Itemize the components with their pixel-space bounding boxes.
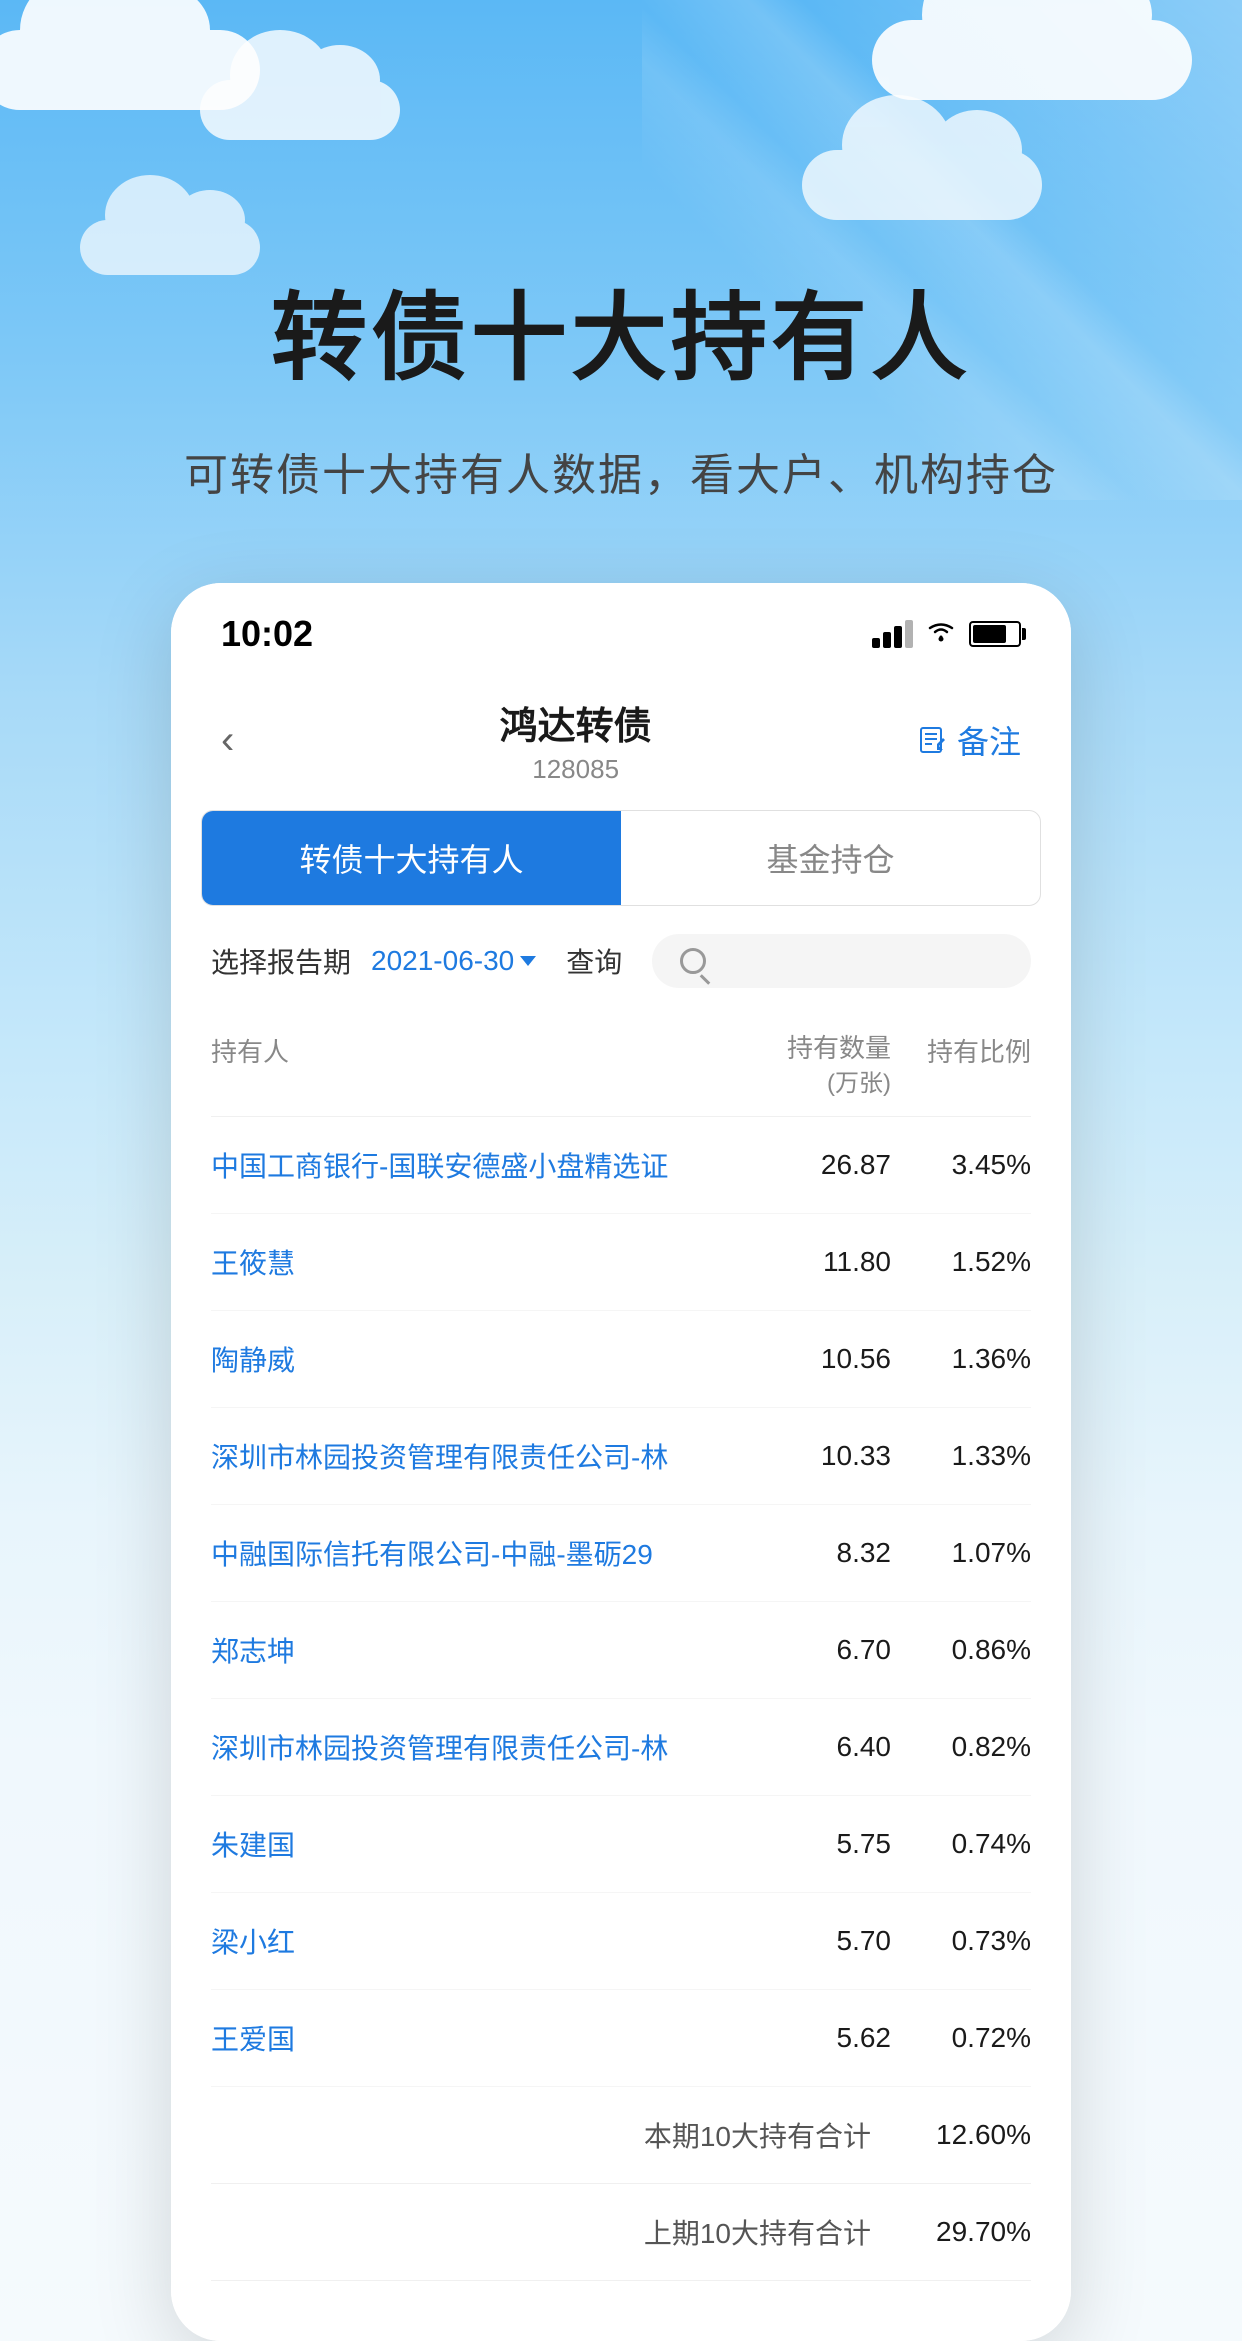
holder-ratio-0: 3.45% — [891, 1149, 1031, 1181]
status-bar: 10:02 — [171, 583, 1071, 675]
holder-qty-7: 5.75 — [731, 1828, 891, 1860]
nav-title-area: 鸿达转债 128085 — [234, 695, 917, 785]
summary-value-1: 29.70% — [891, 2216, 1031, 2248]
table-row: 中融国际信托有限公司-中融-墨砺29 8.32 1.07% — [211, 1505, 1031, 1602]
holder-ratio-8: 0.73% — [891, 1925, 1031, 1957]
holder-ratio-4: 1.07% — [891, 1537, 1031, 1569]
tab-funds[interactable]: 基金持仓 — [621, 811, 1040, 905]
summary-row-1: 上期10大持有合计 29.70% — [211, 2184, 1031, 2281]
note-label: 备注 — [957, 717, 1021, 763]
holder-qty-5: 6.70 — [731, 1634, 891, 1666]
holder-ratio-3: 1.33% — [891, 1440, 1031, 1472]
hero-subtitle: 可转债十大持有人数据，看大户、机构持仓 — [184, 439, 1058, 503]
table-row: 梁小红 5.70 0.73% — [211, 1893, 1031, 1990]
filter-bar: 选择报告期 2021-06-30 查询 — [171, 906, 1071, 1016]
holder-name-3[interactable]: 深圳市林园投资管理有限责任公司-林 — [211, 1436, 731, 1476]
holder-qty-6: 6.40 — [731, 1731, 891, 1763]
holder-qty-2: 10.56 — [731, 1343, 891, 1375]
holder-ratio-6: 0.82% — [891, 1731, 1031, 1763]
summary-label-0: 本期10大持有合计 — [211, 2115, 891, 2155]
back-button[interactable]: ‹ — [221, 718, 234, 763]
filter-label: 选择报告期 — [211, 941, 351, 981]
summary-rows: 本期10大持有合计 12.60% 上期10大持有合计 29.70% — [211, 2087, 1031, 2281]
col-header-qty: 持有数量(万张) — [731, 1032, 891, 1100]
nav-bar: ‹ 鸿达转债 128085 备注 — [171, 675, 1071, 810]
holder-ratio-9: 0.72% — [891, 2022, 1031, 2054]
table-container: 持有人 持有数量(万张) 持有比例 中国工商银行-国联安德盛小盘精选证 26.8… — [171, 1016, 1071, 2281]
bottom-pad — [171, 2281, 1071, 2341]
summary-label-1: 上期10大持有合计 — [211, 2212, 891, 2252]
nav-code: 128085 — [234, 754, 917, 785]
summary-row-0: 本期10大持有合计 12.60% — [211, 2087, 1031, 2184]
filter-arrow-icon — [520, 956, 536, 966]
holder-name-7[interactable]: 朱建国 — [211, 1824, 731, 1864]
battery-icon — [969, 621, 1021, 647]
table-header: 持有人 持有数量(万张) 持有比例 — [211, 1016, 1031, 1117]
filter-date[interactable]: 2021-06-30 — [371, 945, 536, 977]
table-row: 陶静威 10.56 1.36% — [211, 1311, 1031, 1408]
holder-ratio-2: 1.36% — [891, 1343, 1031, 1375]
table-row: 深圳市林园投资管理有限责任公司-林 6.40 0.82% — [211, 1699, 1031, 1796]
col-header-ratio: 持有比例 — [891, 1032, 1031, 1100]
holder-name-0[interactable]: 中国工商银行-国联安德盛小盘精选证 — [211, 1145, 731, 1185]
tab-holders[interactable]: 转债十大持有人 — [202, 811, 621, 905]
hero-title: 转债十大持有人 — [271, 260, 971, 399]
signal-icon — [872, 620, 913, 648]
tabs-bar: 转债十大持有人 基金持仓 — [201, 810, 1041, 906]
holder-qty-0: 26.87 — [731, 1149, 891, 1181]
status-time: 10:02 — [221, 613, 313, 655]
holder-name-6[interactable]: 深圳市林园投资管理有限责任公司-林 — [211, 1727, 731, 1767]
holder-ratio-7: 0.74% — [891, 1828, 1031, 1860]
holder-name-2[interactable]: 陶静威 — [211, 1339, 731, 1379]
table-row: 王筱慧 11.80 1.52% — [211, 1214, 1031, 1311]
table-row: 王爱国 5.62 0.72% — [211, 1990, 1031, 2087]
summary-value-0: 12.60% — [891, 2119, 1031, 2151]
holder-qty-1: 11.80 — [731, 1246, 891, 1278]
holder-name-8[interactable]: 梁小红 — [211, 1921, 731, 1961]
status-icons — [872, 618, 1021, 650]
holder-qty-8: 5.70 — [731, 1925, 891, 1957]
holder-name-4[interactable]: 中融国际信托有限公司-中融-墨砺29 — [211, 1533, 731, 1573]
holder-name-1[interactable]: 王筱慧 — [211, 1242, 731, 1282]
holder-qty-4: 8.32 — [731, 1537, 891, 1569]
col-header-name: 持有人 — [211, 1032, 731, 1100]
table-row: 中国工商银行-国联安德盛小盘精选证 26.87 3.45% — [211, 1117, 1031, 1214]
phone-mockup: 10:02 — [171, 583, 1071, 2341]
holder-qty-3: 10.33 — [731, 1440, 891, 1472]
holder-name-9[interactable]: 王爱国 — [211, 2018, 731, 2058]
table-row: 郑志坤 6.70 0.86% — [211, 1602, 1031, 1699]
holder-qty-9: 5.62 — [731, 2022, 891, 2054]
holder-ratio-5: 0.86% — [891, 1634, 1031, 1666]
query-button[interactable]: 查询 — [556, 941, 632, 981]
table-rows: 中国工商银行-国联安德盛小盘精选证 26.87 3.45% 王筱慧 11.80 … — [211, 1117, 1031, 2087]
search-icon — [680, 948, 706, 974]
wifi-icon — [925, 618, 957, 650]
holder-name-5[interactable]: 郑志坤 — [211, 1630, 731, 1670]
table-row: 深圳市林园投资管理有限责任公司-林 10.33 1.33% — [211, 1408, 1031, 1505]
note-button[interactable]: 备注 — [917, 717, 1021, 763]
nav-title: 鸿达转债 — [234, 695, 917, 750]
holder-ratio-1: 1.52% — [891, 1246, 1031, 1278]
table-row: 朱建国 5.75 0.74% — [211, 1796, 1031, 1893]
note-icon — [917, 724, 949, 756]
search-box[interactable] — [652, 934, 1031, 988]
